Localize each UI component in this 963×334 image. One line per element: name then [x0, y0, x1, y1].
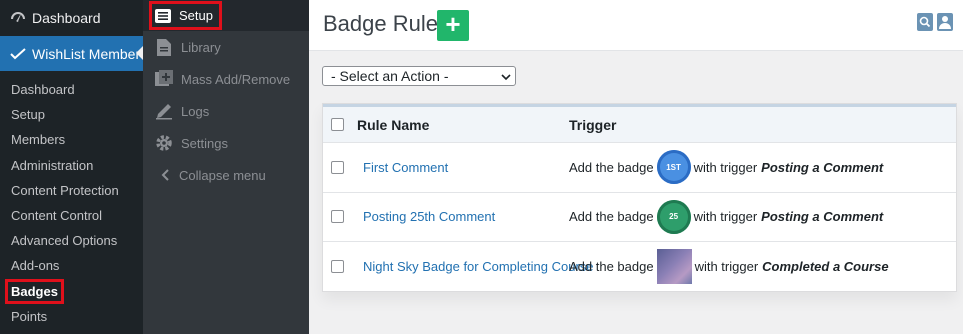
sidebar-item-badges-label: Badges	[5, 278, 64, 304]
rule-name-link[interactable]: Posting 25th Comment	[363, 209, 495, 224]
add-rule-button[interactable]: +	[437, 10, 469, 41]
wl-menu-mass-add-label: Mass Add/Remove	[181, 71, 291, 87]
trigger-prefix: Add the badge	[569, 159, 654, 175]
wl-menu-collapse-label: Collapse menu	[179, 167, 266, 183]
wishlist-secondary-menu: Setup Library Mass Add/Remove Logs Setti…	[143, 0, 309, 334]
table-row: Posting 25th Comment Add the badge 25 wi…	[323, 191, 956, 242]
chevron-left-icon	[159, 166, 171, 184]
document-icon	[155, 38, 173, 56]
wl-menu-logs-label: Logs	[181, 103, 210, 119]
trigger-prefix: Add the badge	[569, 258, 654, 274]
wp-menu-wishlist-member[interactable]: WishList Member	[0, 36, 143, 71]
table-row: Night Sky Badge for Completing Course Ad…	[323, 241, 956, 291]
row-checkbox[interactable]	[331, 259, 344, 273]
sidebar-item-members[interactable]: Members	[0, 127, 143, 152]
wishlist-check-icon	[10, 46, 26, 62]
wp-menu-dashboard[interactable]: Dashboard	[0, 0, 143, 36]
row-checkbox[interactable]	[331, 210, 344, 224]
menu-lines-icon	[155, 8, 171, 23]
wp-menu-wishlist-label: WishList Member	[32, 45, 141, 62]
chevron-down-icon	[501, 68, 511, 84]
trigger-cell: Add the badge with trigger Completed a C…	[569, 248, 889, 284]
wl-menu-setup[interactable]: Setup	[149, 1, 222, 30]
trigger-cell: Add the badge 25 with trigger Posting a …	[569, 199, 884, 234]
wl-menu-setup-row: Setup	[143, 0, 309, 31]
trigger-with: with trigger	[693, 159, 758, 175]
table-row: First Comment Add the badge 1ST with tri…	[323, 142, 956, 192]
main-content: Badge Rules + - Select an Action - Rule …	[309, 0, 963, 334]
rule-name-link[interactable]: First Comment	[363, 160, 448, 175]
wl-menu-mass-add-remove[interactable]: Mass Add/Remove	[143, 63, 309, 95]
dashboard-icon	[10, 10, 26, 26]
badge-1st-icon: 1ST	[656, 150, 691, 185]
sidebar-item-setup[interactable]: Setup	[0, 102, 143, 127]
wl-menu-settings-label: Settings	[181, 135, 228, 151]
trigger-with: with trigger	[693, 209, 758, 225]
badge-1st-label: 1ST	[666, 162, 681, 172]
trigger-name: Completed a Course	[762, 258, 889, 274]
rule-name-link[interactable]: Night Sky Badge for Completing Course	[363, 259, 594, 274]
badge-25-label: 25	[669, 212, 679, 222]
badge-rules-table: Rule Name Trigger First Comment Add the …	[322, 103, 957, 292]
wl-menu-collapse[interactable]: Collapse menu	[143, 159, 309, 191]
bulk-action-select-value: - Select an Action -	[331, 68, 449, 84]
column-rule-name[interactable]: Rule Name	[357, 117, 429, 133]
sidebar-item-points[interactable]: Points	[0, 304, 143, 329]
badge-25-icon: 25	[656, 199, 691, 234]
wl-menu-library[interactable]: Library	[143, 31, 309, 63]
pencil-icon	[155, 102, 173, 120]
wp-menu-dashboard-label: Dashboard	[32, 10, 101, 26]
wl-menu-setup-label: Setup	[179, 8, 213, 23]
table-header: Rule Name Trigger	[323, 104, 956, 142]
page-title: Badge Rules	[323, 11, 449, 36]
page-header: Badge Rules +	[309, 0, 963, 51]
plus-box-icon	[155, 70, 173, 88]
sidebar-item-badges[interactable]: Badges	[0, 278, 143, 304]
wishlist-submenu: Dashboard Setup Members Administration C…	[0, 71, 143, 329]
sidebar-item-dashboard[interactable]: Dashboard	[0, 77, 143, 102]
sidebar-item-content-control[interactable]: Content Control	[0, 203, 143, 228]
gear-icon	[155, 134, 173, 152]
wl-menu-logs[interactable]: Logs	[143, 95, 309, 127]
sidebar-item-advanced-options[interactable]: Advanced Options	[0, 228, 143, 253]
wp-admin-sidebar: Dashboard WishList Member Dashboard Setu…	[0, 0, 143, 334]
trigger-cell: Add the badge 1ST with trigger Posting a…	[569, 150, 884, 185]
night-sky-badge-image	[656, 248, 692, 284]
bulk-action-select[interactable]: - Select an Action -	[322, 66, 516, 86]
row-checkbox[interactable]	[331, 160, 344, 174]
trigger-prefix: Add the badge	[569, 209, 654, 225]
wl-menu-library-label: Library	[181, 39, 221, 55]
trigger-name: Posting a Comment	[761, 159, 884, 175]
trigger-name: Posting a Comment	[761, 209, 884, 225]
trigger-with: with trigger	[694, 258, 759, 274]
search-icon[interactable]	[917, 13, 933, 31]
sidebar-item-content-protection[interactable]: Content Protection	[0, 178, 143, 203]
wl-menu-settings[interactable]: Settings	[143, 127, 309, 159]
sidebar-item-administration[interactable]: Administration	[0, 153, 143, 178]
sidebar-item-add-ons[interactable]: Add-ons	[0, 253, 143, 278]
column-trigger: Trigger	[569, 116, 617, 133]
select-all-checkbox[interactable]	[331, 118, 344, 131]
user-icon[interactable]	[937, 13, 953, 31]
